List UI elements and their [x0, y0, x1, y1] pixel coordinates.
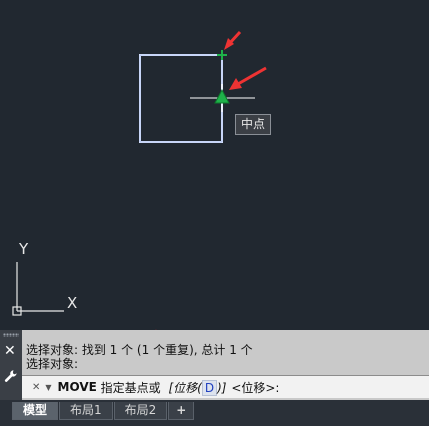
layout-tabs: 模型 布局1 布局2 +: [0, 400, 429, 426]
option-key: D: [204, 380, 215, 395]
tab-model[interactable]: 模型: [12, 402, 59, 420]
ucs-y-label: Y: [18, 240, 29, 258]
command-name: MOVE: [57, 380, 97, 394]
command-line-gutter: ✕: [0, 330, 22, 400]
tab-layout1[interactable]: 布局1: [59, 402, 113, 420]
snap-tooltip: 中点: [235, 114, 272, 135]
command-line-panel: ✕ 选择对象: 找到 1 个 (1 个重复), 总计 1 个 选择对象: ✕ ▼…: [0, 330, 429, 400]
command-prompt: 指定基点或: [96, 380, 165, 395]
drag-grip-icon[interactable]: [3, 333, 19, 337]
option-displacement[interactable]: [位移(D)]: [168, 379, 228, 396]
chevron-down-icon[interactable]: ▼: [45, 383, 51, 392]
history-line: 选择对象: 找到 1 个 (1 个重复), 总计 1 个: [26, 343, 253, 357]
wrench-icon[interactable]: [4, 368, 18, 387]
endpoint-snap-icon: [217, 50, 227, 60]
ucs-icon: Y X: [12, 240, 77, 316]
history-line: 选择对象:: [26, 357, 79, 371]
add-tab-button[interactable]: +: [168, 402, 195, 420]
command-input[interactable]: ✕ ▼ MOVE 指定基点或 [位移(D)] <位移>:: [22, 375, 429, 398]
annotation-arrow-top: [224, 30, 242, 50]
drawing-canvas[interactable]: Y X: [0, 0, 429, 330]
midpoint-snap-icon: [214, 88, 230, 104]
tab-layout2[interactable]: 布局2: [113, 402, 168, 420]
close-icon[interactable]: ✕: [4, 344, 16, 358]
command-history: 选择对象: 找到 1 个 (1 个重复), 总计 1 个 选择对象:: [26, 343, 425, 371]
ucs-x-label: X: [67, 294, 77, 312]
command-default: <位移>:: [227, 380, 280, 395]
cancel-icon[interactable]: ✕: [32, 382, 40, 393]
annotation-arrow-mid: [229, 66, 267, 90]
